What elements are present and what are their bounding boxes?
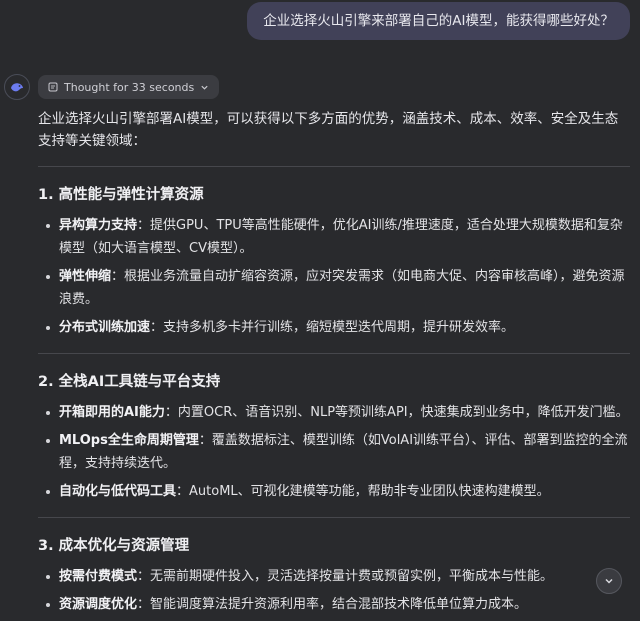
bullet-item: 弹性伸缩：根据业务流量自动扩缩容资源，应对突发需求（如电商大促、内容审核高峰），… <box>38 265 630 311</box>
bullet-text: ：无需前期硬件投入，灵活选择按量计费或预留实例，平衡成本与性能。 <box>137 569 554 584</box>
bullet-text: ：AutoML、可视化建模等功能，帮助非专业团队快速构建模型。 <box>176 484 550 499</box>
bullet-item: 自动化与低代码工具：AutoML、可视化建模等功能，帮助非专业团队快速构建模型。 <box>38 480 630 503</box>
assistant-response: 企业选择火山引擎部署AI模型，可以获得以下多方面的优势，涵盖技术、成本、效率、安… <box>38 108 630 621</box>
bullet-item: 异构算力支持：提供GPU、TPU等高性能硬件，优化AI训练/推理速度，适合处理大… <box>38 214 630 260</box>
bullet-text: ：提供GPU、TPU等高性能硬件，优化AI训练/推理速度，适合处理大规模数据和复… <box>59 218 623 256</box>
section-divider <box>38 353 630 354</box>
bullet-heading: 异构算力支持 <box>59 218 138 233</box>
whale-logo-icon <box>11 83 23 92</box>
bullet-heading: MLOps全生命周期管理 <box>59 433 199 448</box>
chevron-down-icon <box>605 578 613 584</box>
section-title: 2. 全栈AI工具链与平台支持 <box>38 374 221 390</box>
scroll-to-bottom-button[interactable] <box>596 568 622 594</box>
bullet-dot <box>46 275 50 279</box>
thinking-icon <box>48 82 58 92</box>
bullet-heading: 按需付费模式 <box>59 569 138 584</box>
section-title: 1. 高性能与弹性计算资源 <box>38 187 204 203</box>
bullet-dot <box>46 326 50 330</box>
user-message-bubble: 企业选择火山引擎来部署自己的AI模型，能获得哪些好处？ <box>247 2 630 40</box>
section-divider <box>38 517 630 518</box>
bullet-list: 开箱即用的AI能力：内置OCR、语音识别、NLP等预训练API，快速集成到业务中… <box>38 401 630 503</box>
bullet-dot <box>46 575 50 579</box>
section-divider <box>38 166 630 167</box>
bullet-dot <box>46 490 50 494</box>
bullet-text: ：支持多机多卡并行训练，缩短模型迭代周期，提升研发效率。 <box>150 320 515 335</box>
bullet-text: ：智能调度算法提升资源利用率，结合混部技术降低单位算力成本。 <box>137 597 528 612</box>
bullet-heading: 分布式训练加速 <box>59 320 151 335</box>
bullet-list: 按需付费模式：无需前期硬件投入，灵活选择按量计费或预留实例，平衡成本与性能。 资源… <box>38 565 630 616</box>
chevron-down-icon <box>201 85 208 90</box>
bullet-dot <box>46 411 50 415</box>
bullet-item: 开箱即用的AI能力：内置OCR、语音识别、NLP等预训练API，快速集成到业务中… <box>38 401 630 424</box>
bullet-heading: 自动化与低代码工具 <box>59 484 177 499</box>
bullet-text: ：根据业务流量自动扩缩容资源，应对突发需求（如电商大促、内容审核高峰），避免资源… <box>59 269 625 307</box>
bullet-heading: 资源调度优化 <box>59 597 138 612</box>
section-title: 3. 成本优化与资源管理 <box>38 538 190 554</box>
intro-paragraph: 企业选择火山引擎部署AI模型，可以获得以下多方面的优势，涵盖技术、成本、效率、安… <box>38 111 619 149</box>
bullet-text: ：内置OCR、语音识别、NLP等预训练API，快速集成到业务中，降低开发门槛。 <box>164 405 629 420</box>
bullet-dot <box>46 439 50 443</box>
bullet-item: 资源调度优化：智能调度算法提升资源利用率，结合混部技术降低单位算力成本。 <box>38 593 630 616</box>
bullet-dot <box>46 224 50 228</box>
bullet-list: 异构算力支持：提供GPU、TPU等高性能硬件，优化AI训练/推理速度，适合处理大… <box>38 214 630 339</box>
thought-toggle-button[interactable]: Thought for 33 seconds <box>38 75 220 99</box>
bullet-heading: 开箱即用的AI能力 <box>59 405 165 420</box>
bullet-item: 分布式训练加速：支持多机多卡并行训练，缩短模型迭代周期，提升研发效率。 <box>38 316 630 339</box>
bullet-dot <box>46 603 50 607</box>
bullet-heading: 弹性伸缩 <box>59 269 112 284</box>
bullet-item: 按需付费模式：无需前期硬件投入，灵活选择按量计费或预留实例，平衡成本与性能。 <box>38 565 630 588</box>
thought-label: Thought for 33 seconds <box>64 80 195 94</box>
bullet-item: MLOps全生命周期管理：覆盖数据标注、模型训练（如VolAI训练平台）、评估、… <box>38 429 630 475</box>
assistant-avatar <box>4 74 30 100</box>
